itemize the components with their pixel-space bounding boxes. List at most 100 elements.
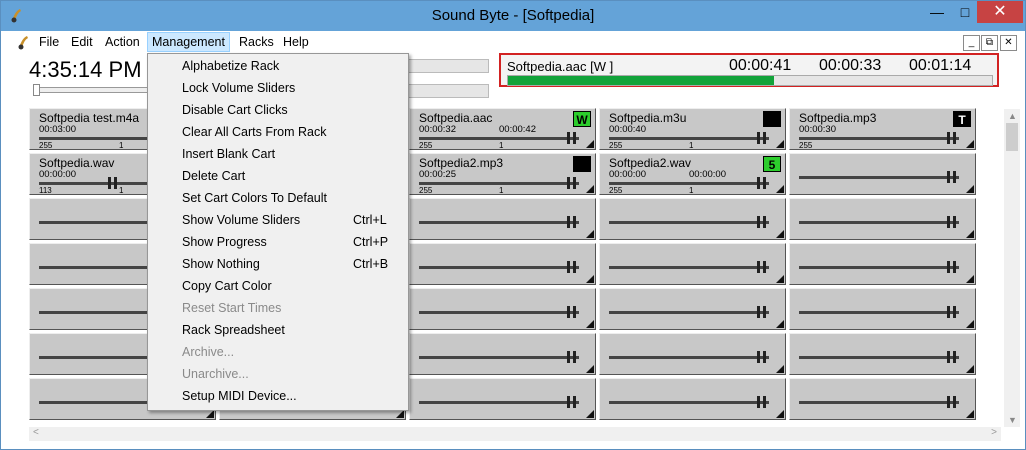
child-window-icon[interactable] [15,34,31,50]
cart-corner-icon [396,410,404,418]
empty-cart[interactable] [789,153,976,195]
volume-slider-thumb[interactable] [947,261,957,273]
volume-slider-thumb[interactable] [947,171,957,183]
volume-slider-thumb[interactable] [947,132,957,144]
child-restore-button[interactable]: ⧉ [981,35,998,51]
volume-slider-thumb[interactable] [108,177,118,189]
empty-cart[interactable] [409,288,596,330]
volume-slider-thumb[interactable] [567,216,577,228]
cart-volume-value: 255 [419,186,433,195]
volume-slider-track [799,401,959,404]
volume-slider-thumb[interactable] [757,132,767,144]
menu-item-rack-spreadsheet[interactable]: Rack Spreadsheet [148,319,408,341]
volume-slider-thumb[interactable] [757,351,767,363]
volume-slider-thumb[interactable] [757,216,767,228]
menu-item-delete-cart[interactable]: Delete Cart [148,165,408,187]
empty-cart[interactable] [409,333,596,375]
volume-slider-thumb[interactable] [757,261,767,273]
menu-item-archive: Archive... [148,341,408,363]
cart[interactable]: Softpedia2.wav 00:00:00 00:00:00 255 1 5 [599,153,786,195]
volume-slider-thumb[interactable] [947,351,957,363]
cart[interactable]: Softpedia.aac 00:00:32 00:00:42 255 1 W [409,108,596,150]
volume-slider-thumb[interactable] [567,396,577,408]
cart[interactable]: Softpedia.mp3 00:00:30 255 T [789,108,976,150]
volume-slider-track [609,311,769,314]
cart-start-time: 00:03:00 [39,124,76,135]
cart-corner-icon [586,275,594,283]
child-close-button[interactable]: ✕ [1000,35,1017,51]
menu-item-label: Show Nothing [182,257,260,271]
empty-cart[interactable] [409,243,596,285]
app-window: Sound Byte - [Softpedia] — □ ✕ File Edit… [0,0,1026,450]
empty-cart[interactable] [789,378,976,420]
cart-volume-min: 1 [499,141,504,150]
menu-item-label: Rack Spreadsheet [182,323,285,337]
volume-slider-thumb[interactable] [567,177,577,189]
menu-item-show-progress[interactable]: Show Progress Ctrl+P [148,231,408,253]
volume-slider-thumb[interactable] [947,306,957,318]
empty-cart[interactable] [599,288,786,330]
empty-cart[interactable] [599,198,786,240]
menu-item-lock-volume-sliders[interactable]: Lock Volume Sliders [148,77,408,99]
cart-volume-min: 1 [119,141,124,150]
volume-slider-thumb[interactable] [947,396,957,408]
menu-help[interactable]: Help [279,33,313,51]
menu-bar: File Edit Action Management Racks Help [1,31,1025,53]
horizontal-scrollbar[interactable]: < > [29,427,1001,441]
empty-cart[interactable] [789,198,976,240]
volume-slider-thumb[interactable] [757,177,767,189]
scroll-right-arrow-icon[interactable]: > [991,427,997,438]
vertical-scrollbar[interactable]: ▲ ▼ [1004,109,1020,427]
empty-cart[interactable] [599,243,786,285]
menu-edit[interactable]: Edit [67,33,97,51]
cart-corner-icon [206,410,214,418]
cart-corner-icon [586,365,594,373]
cart[interactable]: Softpedia.m3u 00:00:40 255 1 [599,108,786,150]
vertical-scroll-thumb[interactable] [1006,123,1018,151]
volume-slider-thumb[interactable] [567,132,577,144]
minimize-button[interactable]: — [923,1,951,23]
empty-cart[interactable] [789,288,976,330]
menu-item-set-cart-colors-to-default[interactable]: Set Cart Colors To Default [148,187,408,209]
volume-slider-thumb[interactable] [757,306,767,318]
volume-slider-thumb[interactable] [947,216,957,228]
menu-item-show-nothing[interactable]: Show Nothing Ctrl+B [148,253,408,275]
empty-cart[interactable] [789,243,976,285]
close-button[interactable]: ✕ [977,1,1023,23]
empty-cart[interactable] [599,378,786,420]
scroll-down-arrow-icon[interactable]: ▼ [1008,415,1017,425]
volume-slider-track [609,401,769,404]
volume-slider-thumb[interactable] [567,351,577,363]
master-slider-thumb[interactable] [33,84,40,96]
volume-slider-thumb[interactable] [567,261,577,273]
duration-time: 00:01:14 [909,57,972,74]
cart[interactable]: Softpedia2.mp3 00:00:25 255 1 [409,153,596,195]
empty-cart[interactable] [599,333,786,375]
menu-item-insert-blank-cart[interactable]: Insert Blank Cart [148,143,408,165]
cart-volume-value: 255 [609,186,623,195]
cart-volume-value: 255 [799,141,813,150]
child-minimize-button[interactable]: _ [963,35,980,51]
menu-file[interactable]: File [35,33,63,51]
menu-item-disable-cart-clicks[interactable]: Disable Cart Clicks [148,99,408,121]
cart-volume-value: 255 [419,141,433,150]
menu-item-alphabetize-rack[interactable]: Alphabetize Rack [148,55,408,77]
menu-item-copy-cart-color[interactable]: Copy Cart Color [148,275,408,297]
volume-slider-thumb[interactable] [567,306,577,318]
menu-item-setup-midi-device[interactable]: Setup MIDI Device... [148,385,408,407]
menu-racks[interactable]: Racks [235,33,278,51]
menu-item-show-volume-sliders[interactable]: Show Volume Sliders Ctrl+L [148,209,408,231]
menu-management[interactable]: Management [147,32,230,52]
menu-item-clear-all-carts-from-rack[interactable]: Clear All Carts From Rack [148,121,408,143]
empty-cart[interactable] [409,378,596,420]
empty-cart[interactable] [789,333,976,375]
scroll-up-arrow-icon[interactable]: ▲ [1008,111,1017,121]
cart-corner-icon [776,275,784,283]
empty-cart[interactable] [409,198,596,240]
volume-slider-thumb[interactable] [757,396,767,408]
menu-action[interactable]: Action [101,33,144,51]
maximize-button[interactable]: □ [951,1,979,23]
scroll-left-arrow-icon[interactable]: < [33,427,39,438]
menu-item-shortcut: Ctrl+B [353,257,389,271]
volume-slider-track [419,182,579,185]
